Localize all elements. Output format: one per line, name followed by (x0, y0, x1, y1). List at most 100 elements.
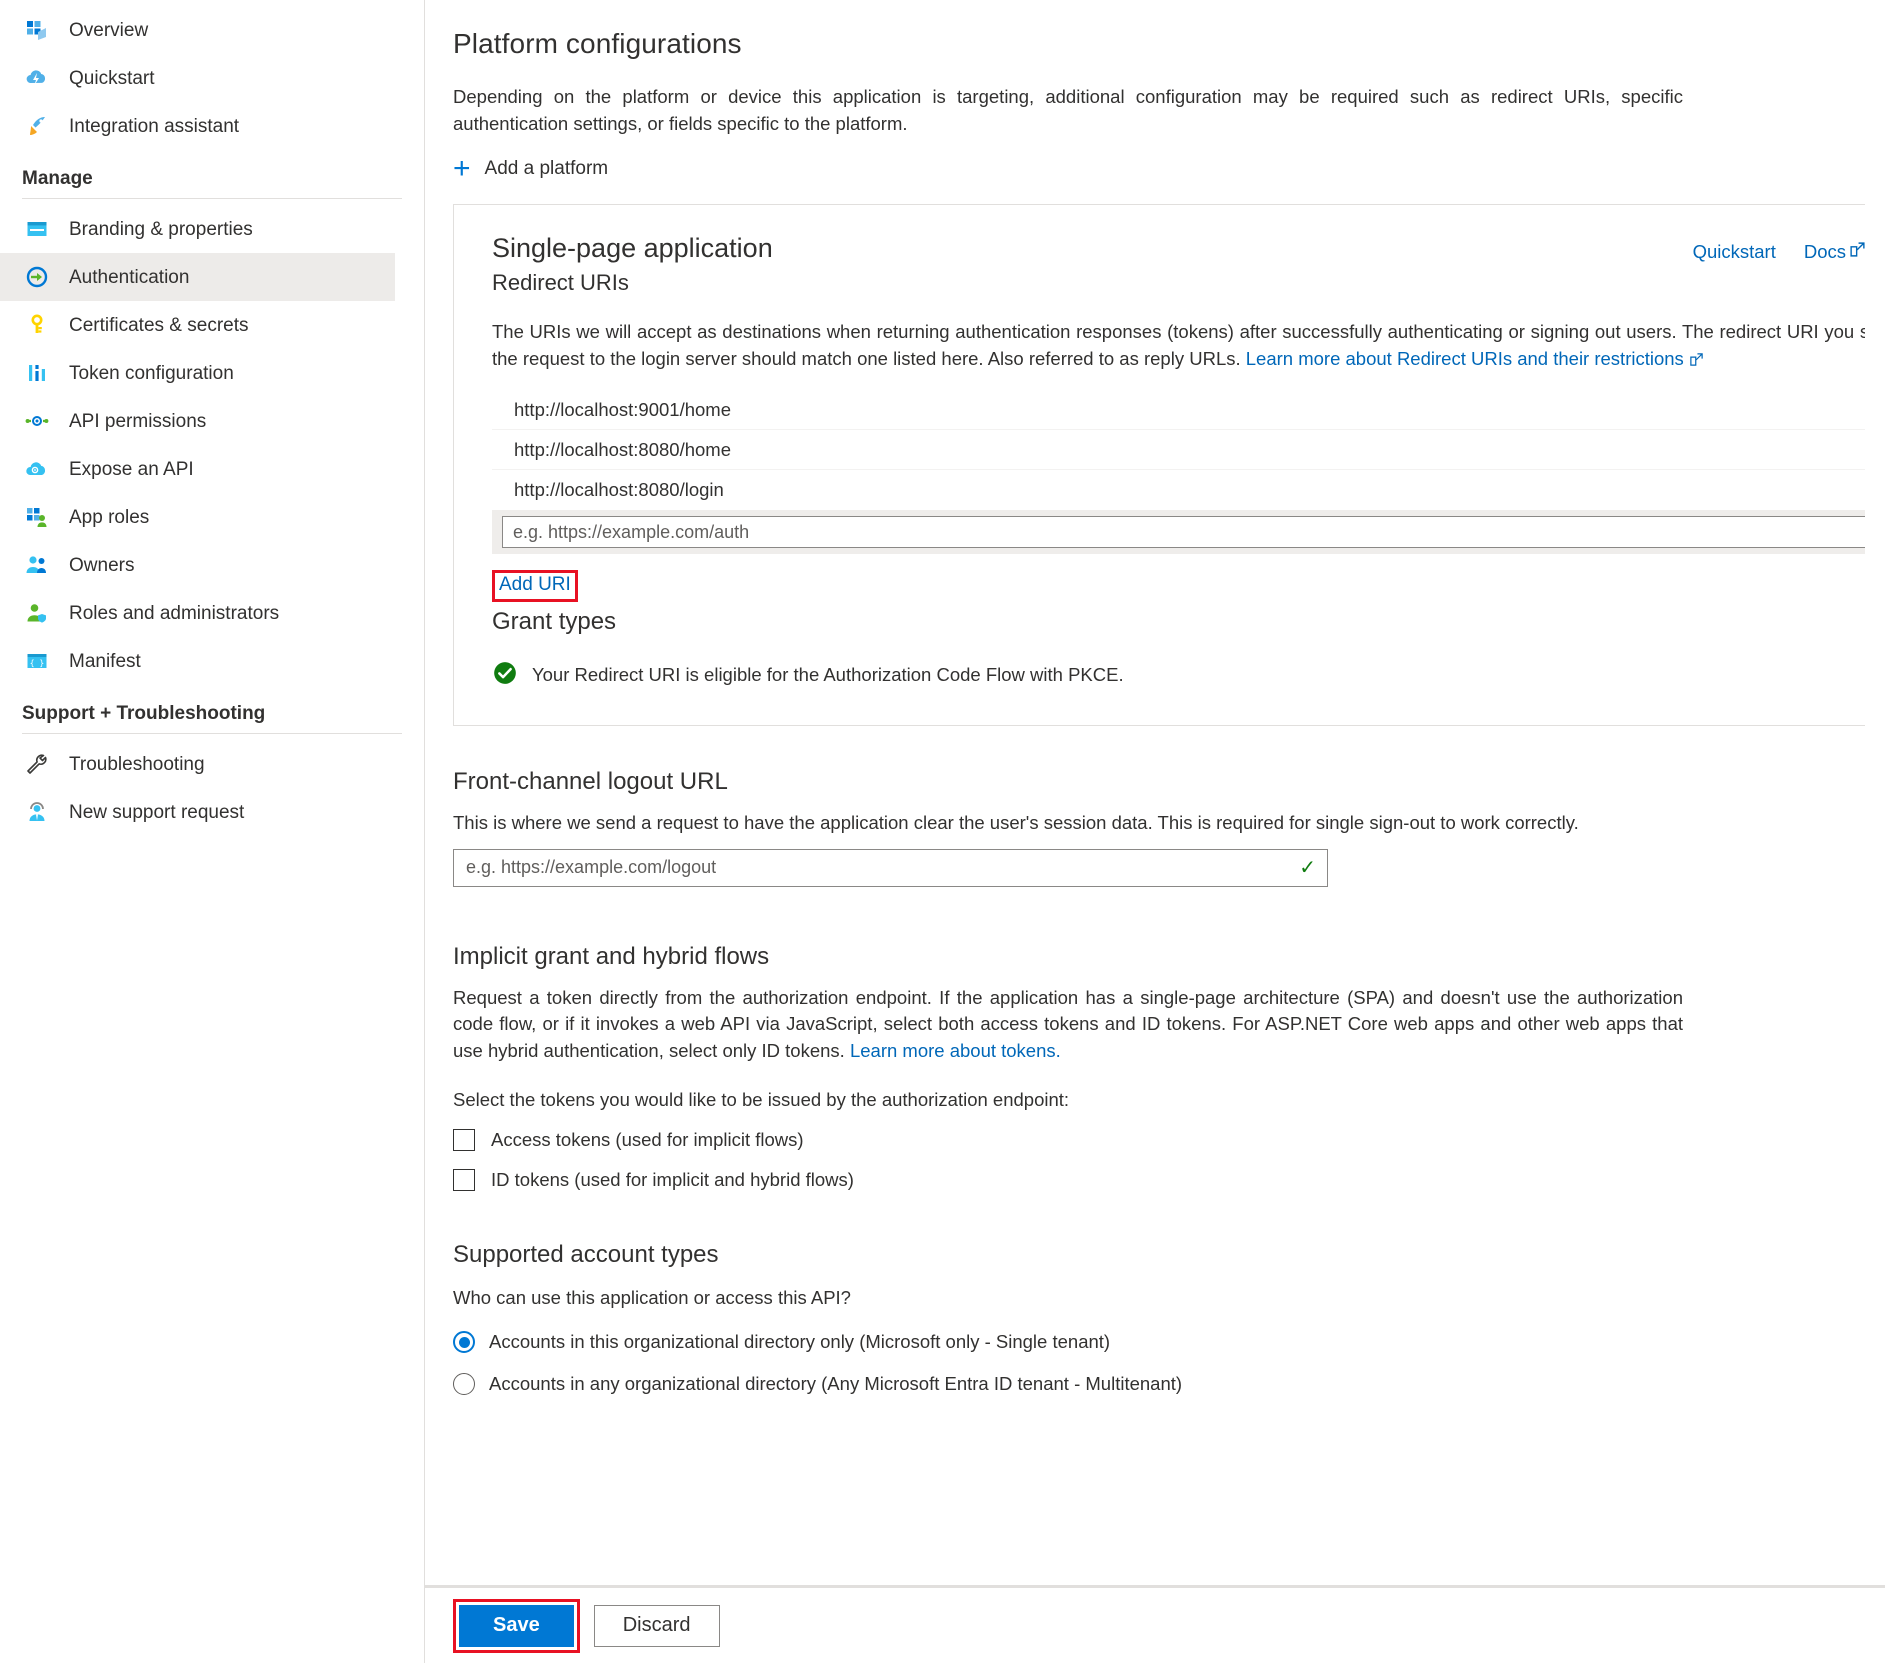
sidebar-item-manifest[interactable]: { } Manifest (0, 637, 424, 685)
radio-label: Accounts in any organizational directory… (489, 1373, 1183, 1394)
checkbox-access-tokens[interactable]: Access tokens (used for implicit flows) (453, 1129, 1865, 1151)
learn-more-tokens-link[interactable]: Learn more about tokens. (850, 1040, 1061, 1061)
api-node-icon (22, 409, 52, 433)
grant-types-status: Your Redirect URI is eligible for the Au… (492, 660, 1865, 691)
radio-button-icon (453, 1373, 475, 1395)
add-platform-button[interactable]: + Add a platform (453, 151, 608, 185)
sidebar-item-label: Overview (69, 19, 149, 41)
checkbox-label: ID tokens (used for implicit and hybrid … (491, 1169, 854, 1190)
quickstart-link[interactable]: Quickstart (1693, 241, 1776, 263)
radio-dot (458, 1336, 470, 1348)
wrench-icon (22, 752, 52, 776)
sidebar-item-branding-properties[interactable]: Branding & properties (0, 205, 424, 253)
sidebar-item-authentication[interactable]: Authentication (0, 253, 395, 301)
grant-types-title: Grant types (492, 607, 617, 635)
checkbox-label: Access tokens (used for implicit flows) (491, 1129, 804, 1150)
sidebar-group-manage-heading: Manage (22, 168, 93, 189)
sidebar-item-token-configuration[interactable]: Token configuration (0, 349, 424, 397)
sidebar-item-certificates-secrets[interactable]: Certificates & secrets (0, 301, 424, 349)
people-icon (22, 553, 52, 577)
redirect-uri-learn-more-link[interactable]: Learn more about Redirect URIs and their… (1246, 348, 1684, 369)
success-check-icon (492, 660, 518, 691)
scroll-region: Platform configurations Depending on the… (453, 28, 1865, 1588)
docs-link-label: Docs (1803, 240, 1846, 262)
sidebar-item-roles-and-administrators[interactable]: Roles and administrators (0, 589, 424, 637)
card-subtitle: Redirect URIs (492, 269, 629, 295)
redirect-uri-row: http://localhost:9001/home (492, 390, 1865, 430)
docs-link[interactable]: Docs (1804, 241, 1865, 263)
front-channel-logout-description: This is where we send a request to have … (453, 811, 1579, 833)
sidebar-item-label: Owners (69, 554, 135, 576)
sidebar-item-label: Roles and administrators (69, 602, 280, 624)
sidebar-item-owners[interactable]: Owners (0, 541, 424, 589)
sidebar-divider (22, 198, 402, 199)
person-shield-icon (22, 601, 52, 625)
rocket-icon (22, 114, 52, 138)
save-button-highlight: Save (453, 1598, 580, 1653)
front-channel-logout-input[interactable] (453, 848, 1328, 887)
sidebar-item-label: New support request (69, 801, 245, 823)
support-person-icon (22, 800, 52, 824)
sidebar-divider (22, 733, 402, 734)
supported-account-types-title: Supported account types (453, 1241, 719, 1268)
card-title: Single-page application (492, 232, 773, 263)
key-icon (22, 313, 52, 337)
select-tokens-label: Select the tokens you would like to be i… (453, 1089, 1070, 1110)
overview-grid-icon (22, 18, 52, 42)
checkbox-id-tokens[interactable]: ID tokens (used for implicit and hybrid … (453, 1169, 1865, 1191)
page-title: Platform configurations (453, 28, 742, 59)
add-uri-link[interactable]: Add URI (492, 570, 578, 602)
redirect-uri-value: http://localhost:8080/home (514, 438, 732, 460)
external-link-icon (1684, 348, 1704, 369)
radio-label: Accounts in this organizational director… (489, 1331, 1111, 1352)
platform-configurations-description: Depending on the platform or device this… (453, 86, 1683, 134)
cloud-lightning-icon (22, 66, 52, 90)
sidebar-item-integration-assistant[interactable]: Integration assistant (0, 102, 424, 150)
save-button[interactable]: Save (459, 1604, 574, 1647)
sidebar-item-expose-an-api[interactable]: Expose an API (0, 445, 424, 493)
sidebar-item-label: Manifest (69, 650, 141, 672)
front-channel-logout-title: Front-channel logout URL (453, 767, 728, 795)
sidebar-item-troubleshooting[interactable]: Troubleshooting (0, 740, 424, 788)
sidebar-item-api-permissions[interactable]: API permissions (0, 397, 424, 445)
radio-multitenant[interactable]: Accounts in any organizational directory… (453, 1373, 1865, 1395)
new-redirect-uri-input[interactable] (502, 516, 1865, 548)
redirect-uri-description: The URIs we will accept as destinations … (492, 318, 1865, 372)
front-channel-logout-field-wrap: ✓ (453, 848, 1328, 887)
implicit-grant-description: Request a token directly from the author… (453, 985, 1683, 1065)
valid-check-icon: ✓ (1299, 856, 1316, 879)
add-uri-highlight: Add URI (492, 570, 578, 602)
card-header: Single-page application Redirect URIs Qu… (492, 233, 1865, 296)
external-link-icon (1849, 241, 1865, 263)
redirect-uri-value: http://localhost:8080/login (514, 479, 724, 500)
code-braces-icon: { } (22, 649, 52, 673)
sidebar-item-label: API permissions (69, 410, 207, 432)
redirect-uri-row: http://localhost:8080/login (492, 470, 1865, 510)
single-page-application-card: Single-page application Redirect URIs Qu… (453, 203, 1865, 726)
discard-button[interactable]: Discard (593, 1604, 720, 1647)
redirect-uri-row: http://localhost:8080/home (492, 430, 1865, 470)
cloud-gear-icon (22, 457, 52, 481)
sidebar-item-label: Authentication (69, 266, 190, 288)
supported-account-types-question: Who can use this application or access t… (453, 1287, 851, 1308)
sidebar-group-support-heading: Support + Troubleshooting (22, 703, 266, 724)
sidebar-item-label: Token configuration (69, 362, 234, 384)
new-redirect-uri-row (492, 510, 1865, 554)
sidebar-item-new-support-request[interactable]: New support request (0, 788, 424, 836)
authentication-page: Overview Quickstart Integration assistan… (0, 0, 1885, 1663)
main-content: Platform configurations Depending on the… (425, 0, 1885, 1663)
redirect-uri-list: http://localhost:9001/home http://localh… (492, 390, 1865, 554)
checkbox-box-icon (453, 1129, 475, 1151)
sidebar-item-label: Expose an API (69, 458, 194, 480)
sidebar-item-app-roles[interactable]: App roles (0, 493, 424, 541)
sidebar-item-label: Certificates & secrets (69, 314, 249, 336)
grant-types-message: Your Redirect URI is eligible for the Au… (532, 664, 1124, 686)
sidebar-item-overview[interactable]: Overview (0, 6, 424, 54)
bars-icon (22, 361, 52, 385)
radio-single-tenant[interactable]: Accounts in this organizational director… (453, 1331, 1865, 1353)
sidebar-item-label: Troubleshooting (69, 753, 205, 775)
plus-icon: + (453, 151, 471, 185)
sidebar-item-quickstart[interactable]: Quickstart (0, 54, 424, 102)
implicit-grant-description-text: Request a token directly from the author… (453, 986, 1683, 1062)
implicit-grant-title: Implicit grant and hybrid flows (453, 942, 770, 970)
